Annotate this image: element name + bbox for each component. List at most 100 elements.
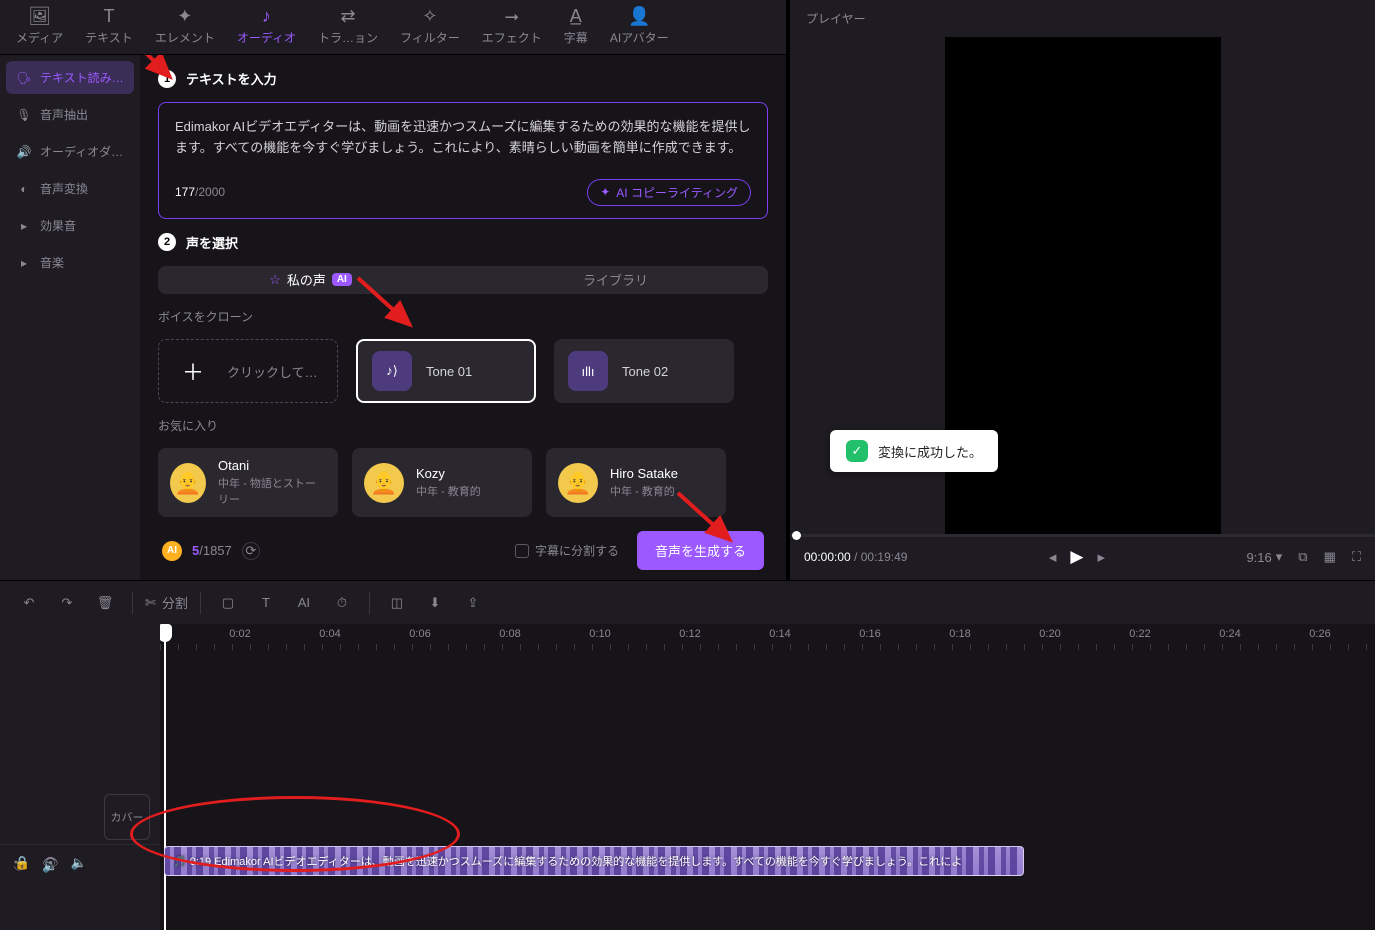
step1-badge: 1 (158, 70, 176, 88)
transition-icon: ⇄ (340, 7, 355, 25)
clone-label: ボイスをクローン (158, 308, 768, 325)
credits: AI 5/1857 ⟳ (162, 541, 260, 561)
sparkle-icon: ✧ (422, 7, 437, 25)
fav-voice-hiro[interactable]: 🧑‍🦲 Hiro Satake 中年 - 教育的 (546, 448, 726, 517)
prev-frame-button[interactable]: ◂ (1049, 548, 1057, 566)
audio-sidebar: 🗣テキスト読み… 🎙音声抽出 🔊オーディオダ… ◐音声変換 ▸効果音 ▸音楽 (0, 55, 140, 580)
step2-badge: 2 (158, 233, 176, 251)
split-button[interactable]: ✄ 分割 (145, 593, 188, 612)
credit-icon: AI (162, 541, 182, 561)
tab-subtitle[interactable]: A̲字幕 (554, 1, 598, 54)
sparkle-icon: ✦ (600, 185, 610, 199)
tab-effect[interactable]: ⭢エフェクト (472, 1, 552, 54)
elements-icon: ✦ (177, 7, 192, 25)
tab-audio[interactable]: ♪オーディオ (227, 1, 306, 54)
speed-button[interactable]: ⏱ (327, 588, 357, 618)
progress-handle[interactable] (792, 531, 801, 540)
voice-tab-library[interactable]: ライブラリ (463, 266, 768, 294)
text-icon: T (103, 7, 114, 25)
success-toast: ✓ 変換に成功した。 (830, 430, 998, 472)
image-icon: 🖼 (28, 7, 51, 25)
subtitle-icon: A̲ (570, 7, 582, 25)
favorites-label: お気に入り (158, 417, 768, 434)
vc-icon: ◐ (16, 182, 32, 196)
checkbox-icon (515, 544, 529, 558)
voice-bars-icon: ıllı (568, 351, 608, 391)
ai-copywriting-button[interactable]: ✦ AI コピーライティング (587, 179, 751, 206)
fullscreen-button[interactable]: ⛶ (1352, 549, 1361, 565)
scissors-icon: ✄ (145, 595, 156, 611)
voice-tone-02[interactable]: ıllı Tone 02 (554, 339, 734, 403)
text-tool-button[interactable]: T (251, 588, 281, 618)
playhead[interactable] (164, 624, 166, 930)
chevron-right-icon: ▸ (16, 219, 32, 233)
timeline-track-headers: 🔒 👁 🔈 (0, 624, 160, 930)
sidebar-item-music[interactable]: ▸音楽 (6, 246, 134, 279)
sidebar-item-extract[interactable]: 🎙音声抽出 (6, 98, 134, 131)
avatar-icon: 🧑‍🦲 (364, 463, 404, 503)
fav-voice-kozy[interactable]: 🧑‍🦲 Kozy 中年 - 教育的 (352, 448, 532, 517)
tab-ai-avatar[interactable]: 👤AIアバター (600, 1, 679, 54)
voice-tabs: ☆ 私の声 AI ライブラリ (158, 266, 768, 294)
redo-button[interactable]: ↷ (52, 588, 82, 618)
progress-bar[interactable] (790, 534, 1375, 537)
audio-clip[interactable]: 🎵 0:19 Edimakor AIビデオエディターは、動画を迅速かつスムーズに… (164, 846, 1024, 876)
speaker-icon[interactable]: 🔈 (71, 855, 87, 871)
magnet-icon[interactable]: ⎋ (14, 858, 24, 874)
tab-transition[interactable]: ⇄トラ…ョン (308, 1, 388, 54)
undo-button[interactable]: ↶ (14, 588, 44, 618)
sidebar-item-tts[interactable]: 🗣テキスト読み… (6, 61, 134, 94)
tab-elements[interactable]: ✦エレメント (145, 1, 225, 54)
export-button[interactable]: ⇪ (458, 588, 488, 618)
marker-button[interactable]: ▢ (213, 588, 243, 618)
cover-button[interactable]: カバー (104, 794, 150, 840)
player-title: プレイヤー (790, 0, 1375, 37)
chevron-down-icon: ▾ (1276, 549, 1283, 565)
delete-button[interactable]: 🗑 (90, 588, 120, 618)
timeline-ruler[interactable]: 0:02 0:04 0:06 0:08 0:10 0:12 0:14 0:16 … (160, 624, 1375, 654)
top-tabbar: 🖼メディア Tテキスト ✦エレメント ♪オーディオ ⇄トラ…ョン ✧フィルター … (0, 0, 786, 55)
sidebar-item-sfx[interactable]: ▸効果音 (6, 209, 134, 242)
play-button[interactable]: ▶ (1070, 547, 1083, 567)
dub-icon: 🔊 (16, 145, 32, 159)
music-note-icon: ♪ (262, 7, 271, 25)
avatar-icon: 👤 (628, 7, 650, 25)
tab-text[interactable]: Tテキスト (75, 1, 143, 54)
timeline-toolbar: ↶ ↷ 🗑 ✄ 分割 ▢ T AI ⏱ ◫ ⬇ ⇪ (0, 580, 1375, 624)
char-count: 177/2000 (175, 185, 225, 199)
avatar-icon: 🧑‍🦲 (170, 463, 206, 503)
time-display: 00:00:00 / 00:19:49 (804, 550, 907, 564)
sidebar-item-dub[interactable]: 🔊オーディオダ… (6, 135, 134, 168)
voice-tab-my[interactable]: ☆ 私の声 AI (158, 266, 463, 294)
plus-icon: ＋ (173, 351, 213, 391)
tts-icon: 🗣 (16, 71, 32, 85)
avatar-icon: 🧑‍🦲 (558, 463, 598, 503)
voice-clone-add[interactable]: ＋ クリックして… (158, 339, 338, 403)
next-frame-button[interactable]: ▸ (1097, 548, 1105, 566)
reload-button[interactable]: ⟳ (242, 542, 260, 560)
ai-badge: AI (332, 273, 352, 286)
mic-icon: 🎙 (16, 108, 32, 122)
generate-voice-button[interactable]: 音声を生成する (637, 531, 764, 570)
download-button[interactable]: ⬇ (420, 588, 450, 618)
check-icon: ✓ (846, 440, 868, 462)
tab-media[interactable]: 🖼メディア (6, 1, 73, 54)
tts-text[interactable]: Edimakor AIビデオエディターは、動画を迅速かつスムーズに編集するための… (175, 117, 751, 159)
aspect-ratio-button[interactable]: 9:16▾ (1246, 549, 1282, 565)
split-subtitle-check[interactable]: 字幕に分割する (515, 542, 619, 559)
cursor-icon: ⭢ (505, 7, 519, 25)
player-panel: プレイヤー ✓ 変換に成功した。 00:00:00 / 00:19:49 ◂ ▶… (790, 0, 1375, 580)
tts-input-box[interactable]: Edimakor AIビデオエディターは、動画を迅速かつスムーズに編集するための… (158, 102, 768, 219)
grid-button[interactable]: ▦ (1324, 549, 1336, 565)
speaker-icon[interactable]: 🔈 (42, 858, 58, 874)
timeline: 🔒 👁 🔈 カバー 0:02 0:04 0:06 0:08 0:10 0:12 … (0, 624, 1375, 930)
tab-filter[interactable]: ✧フィルター (390, 1, 470, 54)
voice-wave-icon: ♪⟩ (372, 351, 412, 391)
snapshot-button[interactable]: ⧉ (1298, 549, 1307, 565)
ai-tool-button[interactable]: AI (289, 588, 319, 618)
crop-button[interactable]: ◫ (382, 588, 412, 618)
step1-heading: 1 テキストを入力 (158, 69, 768, 88)
voice-tone-01[interactable]: ♪⟩ Tone 01 (356, 339, 536, 403)
sidebar-item-vc[interactable]: ◐音声変換 (6, 172, 134, 205)
fav-voice-otani[interactable]: 🧑‍🦲 Otani 中年 - 物語とストーリー (158, 448, 338, 517)
